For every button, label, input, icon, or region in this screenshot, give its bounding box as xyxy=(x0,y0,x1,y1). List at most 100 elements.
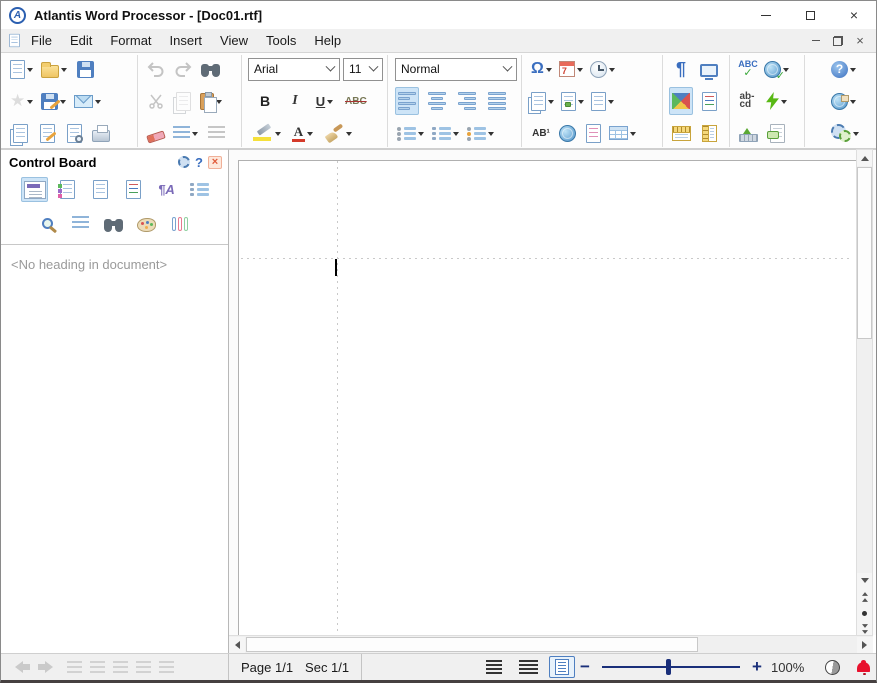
justify-button[interactable] xyxy=(485,87,509,115)
page-indicator[interactable]: Page 1/1 xyxy=(229,660,305,675)
print-button[interactable] xyxy=(89,119,113,147)
copy-button[interactable] xyxy=(171,87,195,115)
gear-icon[interactable] xyxy=(178,156,190,168)
view-options-button[interactable] xyxy=(669,87,693,115)
symbol-dropdown-arrow[interactable] xyxy=(546,68,552,75)
page-layout-toggle[interactable] xyxy=(549,656,575,678)
formatting-marks-button[interactable]: ¶ xyxy=(669,55,693,83)
scroll-down-button[interactable] xyxy=(857,573,872,589)
menu-tools[interactable]: Tools xyxy=(257,30,305,51)
full-screen-button[interactable] xyxy=(697,55,721,83)
multilevel-list-button[interactable] xyxy=(465,119,497,147)
font-color-button[interactable]: A xyxy=(290,119,316,147)
menu-edit[interactable]: Edit xyxy=(61,30,101,51)
help-dropdown-arrow[interactable] xyxy=(850,68,856,75)
menu-view[interactable]: View xyxy=(211,30,257,51)
autocorrect-button[interactable] xyxy=(764,87,790,115)
redo-button[interactable] xyxy=(171,55,195,83)
format-painter-dropdown-arrow[interactable] xyxy=(346,132,352,139)
cb-zoom-tool[interactable] xyxy=(34,211,61,236)
favorites-button[interactable]: ★ xyxy=(8,87,36,115)
language-button[interactable]: ✓ xyxy=(762,55,792,83)
demote-heading-button[interactable] xyxy=(90,661,105,674)
section-indicator[interactable]: Sec 1/1 xyxy=(305,660,361,675)
strikethrough-button[interactable]: ABC xyxy=(343,87,369,115)
insert-picture-button[interactable] xyxy=(559,87,587,115)
mdi-close-button[interactable]: × xyxy=(852,34,868,48)
help-button[interactable]: ? xyxy=(829,55,859,83)
font-size-combo[interactable]: 11 xyxy=(343,58,383,81)
zoom-slider-handle[interactable] xyxy=(666,659,671,675)
insert-symbol-button[interactable]: Ω xyxy=(529,55,555,83)
horizontal-scroll-thumb[interactable] xyxy=(246,637,698,652)
align-left-button[interactable] xyxy=(395,87,419,115)
undo-button[interactable] xyxy=(144,55,168,83)
cb-paragraph-tool[interactable] xyxy=(67,211,94,236)
scroll-up-button[interactable] xyxy=(857,150,872,166)
new-document-button[interactable] xyxy=(8,55,36,83)
line-spacing-dropdown-arrow[interactable] xyxy=(192,132,198,139)
hyperlink-button[interactable] xyxy=(555,119,579,147)
nav-forward-button[interactable] xyxy=(38,661,59,673)
contrast-toggle-icon[interactable] xyxy=(825,660,840,675)
menu-insert[interactable]: Insert xyxy=(161,30,212,51)
numbering-button[interactable] xyxy=(430,119,462,147)
mdi-restore-button[interactable] xyxy=(830,34,846,48)
list-view-button[interactable] xyxy=(136,661,151,674)
bullets-button[interactable] xyxy=(395,119,427,147)
close-button[interactable]: × xyxy=(832,1,876,29)
paste-button[interactable] xyxy=(198,87,225,115)
cb-formatting-tab[interactable]: ¶A xyxy=(153,177,180,202)
cb-bookmarks-tab[interactable] xyxy=(120,177,147,202)
cb-headings-tab[interactable] xyxy=(21,177,48,202)
options-dropdown-arrow[interactable] xyxy=(853,132,859,139)
minimize-button[interactable] xyxy=(744,1,788,29)
italic-button[interactable]: I xyxy=(283,87,307,115)
insert-field-button[interactable] xyxy=(589,87,617,115)
save-as-dropdown-arrow[interactable] xyxy=(60,100,66,107)
options-button[interactable] xyxy=(829,119,862,147)
save-button[interactable] xyxy=(73,55,97,83)
control-board-close-icon[interactable]: × xyxy=(208,156,222,169)
cb-fields-tab[interactable] xyxy=(87,177,114,202)
highlight-button[interactable] xyxy=(251,119,284,147)
menu-format[interactable]: Format xyxy=(101,30,160,51)
send-mail-button[interactable] xyxy=(72,87,104,115)
zoom-in-button[interactable]: + xyxy=(748,657,766,677)
favorites-dropdown-arrow[interactable] xyxy=(27,100,33,107)
table-dropdown-arrow[interactable] xyxy=(630,132,636,139)
align-right-button[interactable] xyxy=(455,87,479,115)
scroll-left-button[interactable] xyxy=(229,637,245,653)
select-browse-object-button[interactable] xyxy=(857,605,872,621)
website-dropdown-arrow[interactable] xyxy=(850,100,856,107)
zoom-out-button[interactable]: − xyxy=(576,657,594,677)
vertical-ruler-button[interactable] xyxy=(697,119,721,147)
cb-clips-tool[interactable] xyxy=(166,211,193,236)
hyphenation-button[interactable]: ab-cd xyxy=(736,87,760,115)
insert-file-button[interactable] xyxy=(529,87,557,115)
horizontal-ruler-button[interactable] xyxy=(669,119,693,147)
vertical-scroll-thumb[interactable] xyxy=(857,167,872,339)
zoom-slider-track[interactable] xyxy=(602,666,740,668)
save-copy-button[interactable] xyxy=(8,119,32,147)
picture-dropdown-arrow[interactable] xyxy=(578,100,584,107)
multilevel-dropdown-arrow[interactable] xyxy=(488,132,494,139)
save-as-button[interactable] xyxy=(39,87,69,115)
date-dropdown-arrow[interactable] xyxy=(577,68,583,75)
hot-keys-button[interactable] xyxy=(736,119,760,147)
horizontal-scrollbar[interactable] xyxy=(229,635,873,653)
maximize-button[interactable] xyxy=(788,1,832,29)
overtype-button[interactable] xyxy=(765,119,789,147)
cut-button[interactable] xyxy=(144,87,168,115)
numbering-dropdown-arrow[interactable] xyxy=(453,132,459,139)
insert-date-button[interactable] xyxy=(557,55,586,83)
previous-page-button[interactable] xyxy=(857,589,872,605)
mail-dropdown-arrow[interactable] xyxy=(95,100,101,107)
cb-colors-tool[interactable] xyxy=(133,211,160,236)
cb-outline-tab[interactable] xyxy=(186,177,213,202)
document-properties-button[interactable] xyxy=(35,119,59,147)
menu-file[interactable]: File xyxy=(22,30,61,51)
spellcheck-button[interactable]: ABC✓ xyxy=(736,55,760,83)
footnote-button[interactable]: AB¹ xyxy=(529,119,553,147)
open-dropdown-arrow[interactable] xyxy=(61,68,67,75)
